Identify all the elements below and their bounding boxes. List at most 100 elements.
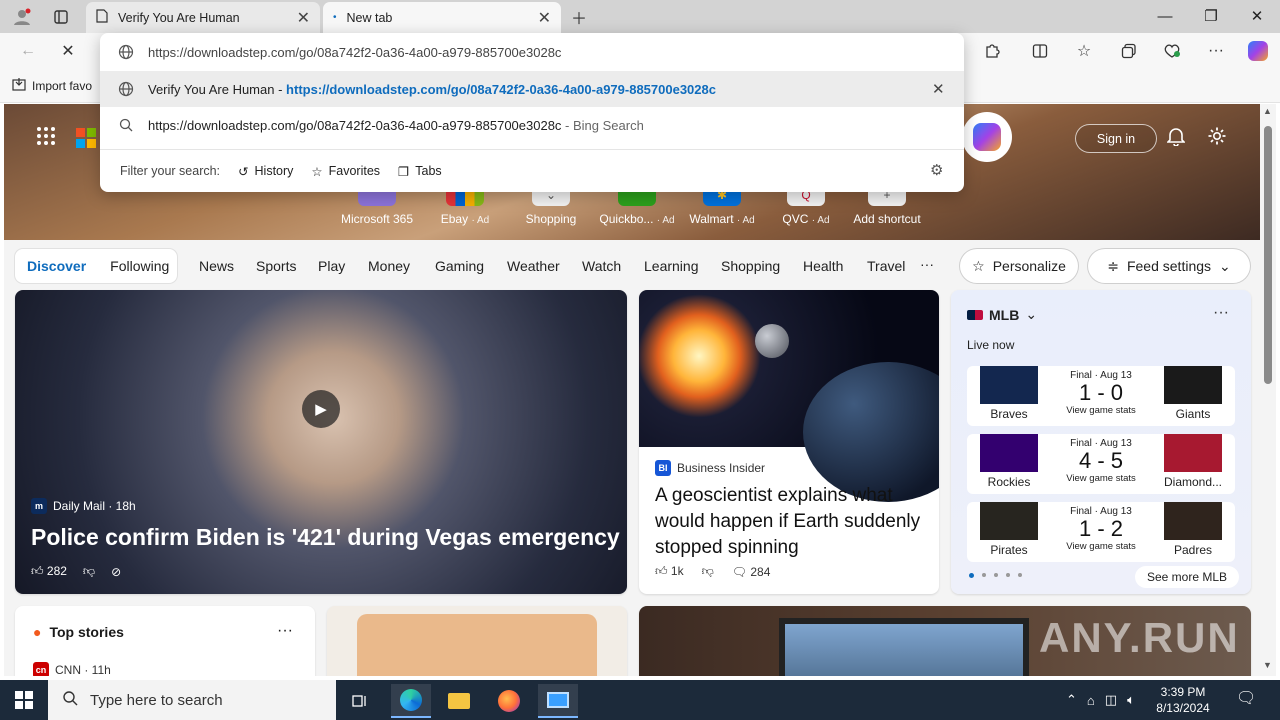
nav-weather[interactable]: Weather: [507, 258, 560, 274]
like-button[interactable]: 👍︎ 282: [31, 564, 67, 579]
copilot-button[interactable]: [962, 112, 1012, 162]
see-more-mlb-button[interactable]: See more MLB: [1135, 566, 1240, 588]
restore-icon[interactable]: ❐: [1188, 0, 1234, 32]
nav-news[interactable]: News: [199, 258, 234, 274]
favorites-star-icon[interactable]: ☆: [1070, 38, 1098, 64]
split-screen-icon[interactable]: [1026, 38, 1054, 64]
edge-icon[interactable]: [391, 684, 431, 718]
game-card[interactable]: Rockies Final · Aug 13 4 - 5 View game s…: [967, 434, 1235, 494]
feed-nav: Discover Following News Sports Play Mone…: [4, 246, 1260, 288]
giants-logo-icon: [1164, 366, 1222, 404]
volume-icon[interactable]: 🔈︎: [1127, 692, 1135, 708]
address-bar-input[interactable]: https://downloadstep.com/go/08a742f2-0a3…: [100, 33, 964, 71]
scroll-down-icon[interactable]: ▼: [1263, 660, 1272, 670]
desk-story-card[interactable]: ANY.RUN: [639, 606, 1251, 676]
suggestion-page[interactable]: Verify You Are Human - https://downloads…: [100, 71, 964, 107]
back-arrow-icon[interactable]: ←: [14, 38, 42, 64]
browser-essentials-icon[interactable]: [1158, 38, 1186, 64]
taskbar-search-placeholder: Type here to search: [90, 691, 223, 709]
import-favorites-label: Import favo: [32, 78, 93, 93]
sign-in-button[interactable]: Sign in: [1075, 124, 1157, 153]
geo-story-card[interactable]: BI Business Insider A geoscientist expla…: [639, 290, 939, 594]
import-favorites[interactable]: Import favo: [12, 77, 92, 94]
copilot-icon: [973, 123, 1001, 151]
stop-loading-icon[interactable]: ✕: [54, 38, 82, 64]
wifi-icon[interactable]: ◫: [1105, 692, 1117, 708]
filter-history[interactable]: ↺ History: [238, 164, 293, 179]
suggestion-search[interactable]: https://downloadstep.com/go/08a742f2-0a3…: [100, 107, 964, 143]
carousel-dots[interactable]: [969, 573, 1022, 578]
gear-icon[interactable]: ⚙: [930, 161, 943, 179]
notification-icon[interactable]: 🗨︎: [1236, 688, 1256, 708]
geo-story-title[interactable]: A geoscientist explains what would happe…: [655, 483, 927, 561]
start-button[interactable]: [0, 680, 48, 720]
game-card[interactable]: Pirates Final · Aug 13 1 - 2 View game s…: [967, 502, 1235, 562]
nav-sports[interactable]: Sports: [256, 258, 296, 274]
play-icon[interactable]: ▶: [302, 390, 340, 428]
nav-play[interactable]: Play: [318, 258, 345, 274]
minimize-icon[interactable]: —: [1142, 0, 1188, 32]
tab-following[interactable]: Following: [98, 258, 181, 274]
game-card[interactable]: Braves Final · Aug 13 1 - 0 View game st…: [967, 366, 1235, 426]
extensions-icon[interactable]: [978, 38, 1006, 64]
tab-discover[interactable]: Discover: [15, 258, 98, 274]
tab-verify-human[interactable]: Verify You Are Human ✕: [86, 2, 320, 33]
app-launcher-icon[interactable]: [36, 126, 56, 152]
scrollbar-thumb[interactable]: [1264, 126, 1272, 384]
task-view-icon[interactable]: [340, 684, 380, 718]
more-options-icon[interactable]: ···: [1202, 38, 1230, 64]
main-story-title[interactable]: Police confirm Biden is '421' during Veg…: [31, 524, 621, 551]
close-icon[interactable]: ✕: [538, 8, 551, 28]
collections-icon[interactable]: [1115, 38, 1143, 64]
mlb-league-selector[interactable]: MLB ⌄: [967, 306, 1037, 323]
remove-suggestion-icon[interactable]: ✕: [932, 80, 945, 98]
like-button[interactable]: 👍︎ 1k: [655, 564, 684, 579]
pirates-logo-icon: [980, 502, 1038, 540]
hide-story-icon[interactable]: ⊘: [111, 565, 121, 579]
nav-money[interactable]: Money: [368, 258, 410, 274]
story-source: m Daily Mail · 18h: [31, 498, 136, 514]
filter-favorites[interactable]: ☆ Favorites: [311, 164, 380, 179]
team-away: Diamond...: [1151, 434, 1235, 494]
nav-more-icon[interactable]: ···: [920, 256, 934, 272]
taskbar-search[interactable]: Type here to search: [48, 680, 336, 720]
scroll-up-icon[interactable]: ▲: [1263, 106, 1272, 116]
nav-watch[interactable]: Watch: [582, 258, 621, 274]
camera-story-card[interactable]: [327, 606, 627, 676]
filter-tabs[interactable]: ❐ Tabs: [398, 164, 442, 179]
tab-new-tab[interactable]: • New tab ✕: [323, 2, 561, 33]
nav-shopping[interactable]: Shopping: [721, 258, 780, 274]
team-away: Padres: [1151, 502, 1235, 562]
cnn-icon: cn: [33, 662, 49, 676]
nav-travel[interactable]: Travel: [867, 258, 905, 274]
tab-title: New tab: [346, 10, 393, 25]
thumbs-down-icon[interactable]: 👎︎: [83, 564, 95, 579]
feed-settings-button[interactable]: ≑ Feed settings ⌄: [1088, 249, 1250, 283]
file-explorer-icon[interactable]: [439, 684, 479, 718]
space-image: [639, 290, 939, 502]
thumbs-down-icon[interactable]: 👎︎: [702, 564, 714, 579]
more-options-icon[interactable]: ···: [277, 622, 293, 640]
live-now-label: Live now: [967, 338, 1015, 352]
network-icon[interactable]: ⌂: [1087, 693, 1095, 708]
firefox-icon[interactable]: [489, 684, 529, 718]
profile-icon[interactable]: [9, 4, 35, 30]
personalize-button[interactable]: ☆ Personalize: [960, 249, 1078, 283]
app-window-icon[interactable]: [538, 684, 578, 718]
close-icon[interactable]: ✕: [297, 8, 310, 28]
main-story-card[interactable]: ▶ m Daily Mail · 18h Police confirm Bide…: [15, 290, 627, 594]
nav-learning[interactable]: Learning: [644, 258, 699, 274]
clock[interactable]: 3:39 PM 8/13/2024: [1138, 684, 1228, 716]
comments-button[interactable]: 🗨︎ 284: [732, 565, 771, 579]
notifications-bell-icon[interactable]: [1166, 126, 1186, 151]
new-tab-icon[interactable]: ＋: [566, 4, 592, 30]
nav-health[interactable]: Health: [803, 258, 843, 274]
tab-actions-icon[interactable]: [48, 4, 74, 30]
chevron-up-icon[interactable]: ⌃: [1066, 692, 1077, 708]
nav-gaming[interactable]: Gaming: [435, 258, 484, 274]
more-options-icon[interactable]: ···: [1213, 304, 1229, 322]
copilot-icon[interactable]: [1244, 38, 1272, 64]
page-scrollbar[interactable]: ▲ ▼: [1260, 104, 1276, 676]
close-window-icon[interactable]: ✕: [1234, 0, 1280, 32]
settings-gear-icon[interactable]: [1207, 126, 1227, 151]
